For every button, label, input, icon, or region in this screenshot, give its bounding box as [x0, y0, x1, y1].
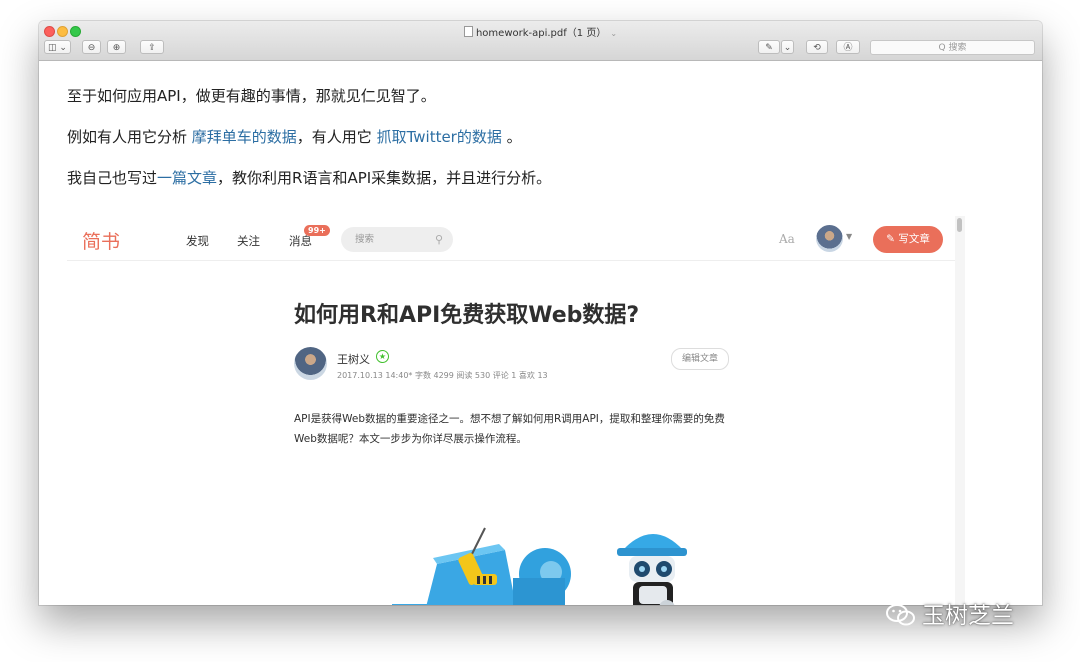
- preview-window: homework-api.pdf（1 页） ⌄ ◫ ⌄ ⊖ ⊕ ⇪ ✎ ⌄ ⟲ Ⓐ…: [39, 21, 1042, 605]
- zoom-out-button[interactable]: ⊖: [82, 40, 101, 54]
- watermark-text: 玉树芝兰: [922, 603, 1014, 629]
- paragraph-2-text: 。: [501, 128, 522, 146]
- pen-icon: ✎: [886, 233, 895, 245]
- caret-down-icon: ▼: [846, 232, 853, 241]
- write-article-label: 写文章: [898, 233, 930, 245]
- jianshu-search-field: 搜索 ⚲: [341, 227, 453, 252]
- jianshu-logo: 简书: [82, 231, 121, 253]
- zoom-in-button[interactable]: ⊕: [107, 40, 126, 54]
- sidebar-toggle-button[interactable]: ◫ ⌄: [44, 40, 71, 54]
- search-icon: ⚲: [434, 233, 443, 246]
- font-size-icon: Aa: [779, 232, 795, 246]
- paragraph-2: 例如有人用它分析 摩拜单车的数据，有人用它 抓取Twitter的数据 。: [67, 126, 522, 147]
- chevron-down-icon: ⌄: [610, 29, 618, 38]
- paragraph-3: 我自己也写过一篇文章，教你利用R语言和API采集数据，并且进行分析。: [67, 167, 551, 188]
- write-article-button: ✎ 写文章: [873, 226, 943, 253]
- jianshu-navbar: 简书 发现 关注 消息 99+ 搜索 ⚲ Aa ▼ ✎ 写文章: [67, 216, 955, 261]
- nav-follow: 关注: [237, 234, 260, 248]
- article-intro: API是获得Web数据的重要途径之一。想不想了解如何用R调用API，提取和整理你…: [294, 413, 725, 445]
- paragraph-3-text: 我自己也写过: [67, 169, 158, 187]
- user-avatar: [816, 225, 843, 252]
- paragraph-2-text: 例如有人用它分析: [67, 128, 192, 146]
- paragraph-1: 至于如何应用API，做更有趣的事情，那就见仁见智了。: [67, 87, 436, 105]
- paragraph-2-text: ，有人用它: [296, 128, 377, 146]
- wechat-watermark: 玉树芝兰: [886, 596, 1014, 630]
- wechat-icon: [886, 604, 915, 626]
- window-title[interactable]: homework-api.pdf（1 页） ⌄: [39, 24, 1042, 39]
- embedded-scroll-thumb: [957, 218, 962, 232]
- rotate-button[interactable]: ⟲: [806, 40, 828, 54]
- author-name: 王树义: [337, 353, 370, 366]
- paragraph-3-text: ，教你利用R语言和API采集数据，并且进行分析。: [217, 169, 552, 187]
- embedded-screenshot: 简书 发现 关注 消息 99+ 搜索 ⚲ Aa ▼ ✎ 写文章 如何用R和API: [67, 216, 965, 605]
- article-meta: 2017.10.13 14:40* 字数 4299 阅读 530 评论 1 喜欢…: [337, 371, 548, 380]
- title-bar: homework-api.pdf（1 页） ⌄ ◫ ⌄ ⊖ ⊕ ⇪ ✎ ⌄ ⟲ Ⓐ…: [39, 21, 1042, 61]
- author-avatar: [294, 347, 327, 380]
- search-input[interactable]: Q 搜索: [870, 40, 1035, 55]
- markup-pen-button[interactable]: ✎: [758, 40, 780, 54]
- api-illustration: [392, 527, 687, 605]
- embedded-scrollbar: [955, 216, 965, 605]
- markup-dropdown-button[interactable]: ⌄: [781, 40, 794, 54]
- verified-star-icon: ★: [376, 350, 389, 363]
- nav-discover: 发现: [186, 234, 209, 248]
- jianshu-search-placeholder: 搜索: [355, 234, 375, 245]
- window-title-text: homework-api.pdf（1 页）: [475, 28, 607, 39]
- twitter-data-link[interactable]: 抓取Twitter的数据: [377, 128, 502, 146]
- share-button[interactable]: ⇪: [140, 40, 164, 54]
- annotate-button[interactable]: Ⓐ: [836, 40, 860, 54]
- mobike-data-link[interactable]: 摩拜单车的数据: [192, 128, 297, 146]
- article-title: 如何用R和API免费获取Web数据?: [294, 303, 640, 328]
- message-count-badge: 99+: [304, 225, 330, 236]
- edit-article-button: 编辑文章: [671, 348, 729, 370]
- article-link[interactable]: 一篇文章: [157, 169, 217, 187]
- pdf-file-icon: [463, 26, 473, 37]
- pdf-page: 至于如何应用API，做更有趣的事情，那就见仁见智了。 例如有人用它分析 摩拜单车…: [39, 61, 1042, 605]
